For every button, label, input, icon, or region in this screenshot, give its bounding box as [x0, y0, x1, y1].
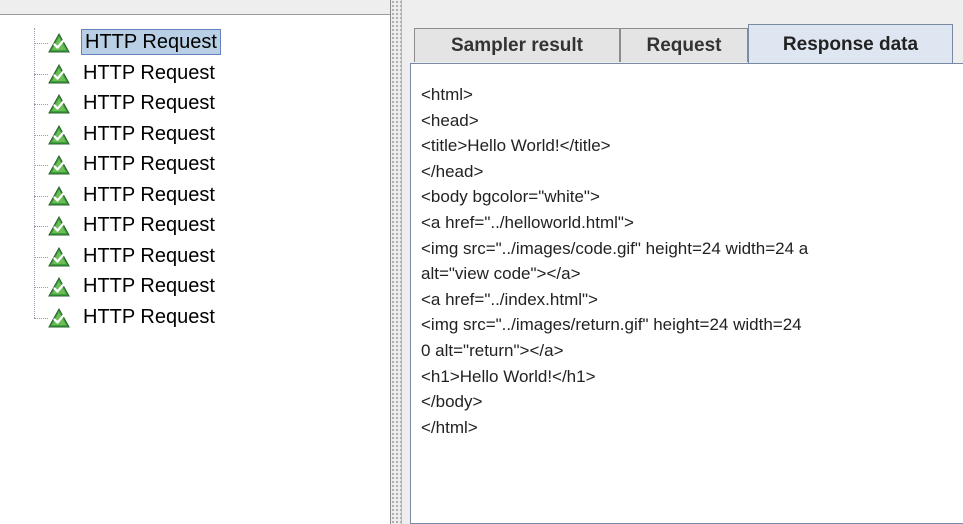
response-line: </head>	[421, 161, 484, 181]
response-line: </html>	[421, 417, 478, 437]
response-line: <html>	[421, 85, 473, 104]
tab-sampler-result[interactable]: Sampler result	[414, 28, 620, 62]
tree-item-http-request[interactable]: HTTP Request	[34, 272, 374, 302]
tab-request[interactable]: Request	[620, 28, 748, 62]
response-line: alt="view code"></a>	[421, 264, 581, 284]
tree-item-http-request[interactable]: HTTP Request	[34, 303, 374, 333]
response-line: <a href="../index.html">	[421, 289, 598, 309]
tree-item-label: HTTP Request	[83, 153, 215, 175]
response-line: </body>	[421, 392, 483, 412]
tree-item-label: HTTP Request	[83, 183, 215, 206]
tree-item-label: HTTP Request	[83, 244, 215, 267]
success-triangle-icon	[48, 216, 70, 236]
tree-item-label: HTTP Request	[83, 275, 215, 297]
tab-bar: Sampler result Request Response data	[402, 0, 963, 64]
tree-branch-line	[34, 317, 48, 319]
tree-branch-line	[34, 43, 48, 44]
tree-item-http-request[interactable]: HTTP Request	[34, 242, 374, 272]
tree-branch-line	[34, 73, 48, 75]
tree-branch-line	[34, 256, 48, 258]
success-triangle-icon	[48, 246, 70, 266]
success-triangle-icon	[48, 155, 70, 175]
tree-item-label: HTTP Request	[83, 305, 215, 328]
tree-branch-line	[34, 104, 48, 105]
response-line: <img src="../images/return.gif" height=2…	[421, 315, 802, 335]
response-line: <h1>Hello World!</h1>	[421, 366, 596, 386]
success-triangle-icon	[48, 124, 70, 144]
tree-branch-line	[34, 287, 48, 288]
tree-item-label: HTTP Request	[81, 29, 221, 55]
results-tree: HTTP Request HTTP Request HTTP Request HTTP…	[0, 0, 390, 524]
response-line: <head>	[421, 110, 479, 130]
results-tree-panel: HTTP Request HTTP Request HTTP Request HTTP…	[0, 0, 391, 524]
success-triangle-icon	[48, 33, 70, 53]
tree-item-label: HTTP Request	[83, 122, 215, 145]
tree-branch-line	[34, 226, 48, 227]
response-line: <body bgcolor="white">	[421, 187, 600, 207]
tree-branch-line	[34, 165, 48, 166]
tree-item-label: HTTP Request	[83, 61, 215, 84]
success-triangle-icon	[48, 63, 70, 83]
response-line: <title>Hello World!</title>	[421, 136, 611, 156]
tree-item-http-request[interactable]: HTTP Request	[34, 120, 374, 150]
result-detail-panel: Sampler result Request Response data <ht…	[402, 0, 963, 524]
tree-item-label: HTTP Request	[83, 92, 215, 114]
tree-item-http-request[interactable]: HTTP Request	[34, 59, 374, 89]
tree-item-label: HTTP Request	[83, 214, 215, 236]
pane-splitter[interactable]	[391, 0, 402, 524]
success-triangle-icon	[48, 185, 70, 205]
response-line: <a href="../helloworld.html">	[421, 213, 634, 232]
success-triangle-icon	[48, 94, 70, 114]
tree-item-http-request[interactable]: HTTP Request	[34, 150, 374, 180]
tree-item-http-request[interactable]: HTTP Request	[34, 181, 374, 211]
tree-item-http-request[interactable]: HTTP Request	[34, 211, 374, 241]
response-line: 0 alt="return"></a>	[421, 341, 564, 360]
tab-response-data[interactable]: Response data	[748, 24, 953, 64]
success-triangle-icon	[48, 307, 70, 327]
tree-item-http-request[interactable]: HTTP Request	[34, 28, 374, 58]
tree-branch-line	[34, 195, 48, 197]
tree-item-http-request[interactable]: HTTP Request	[34, 89, 374, 119]
response-data-text[interactable]: <html> <head> <title>Hello World!</title> <…	[410, 63, 963, 524]
response-line: <img src="../images/code.gif" height=24 …	[421, 238, 809, 258]
tree-branch-line	[34, 134, 48, 136]
success-triangle-icon	[48, 277, 70, 297]
